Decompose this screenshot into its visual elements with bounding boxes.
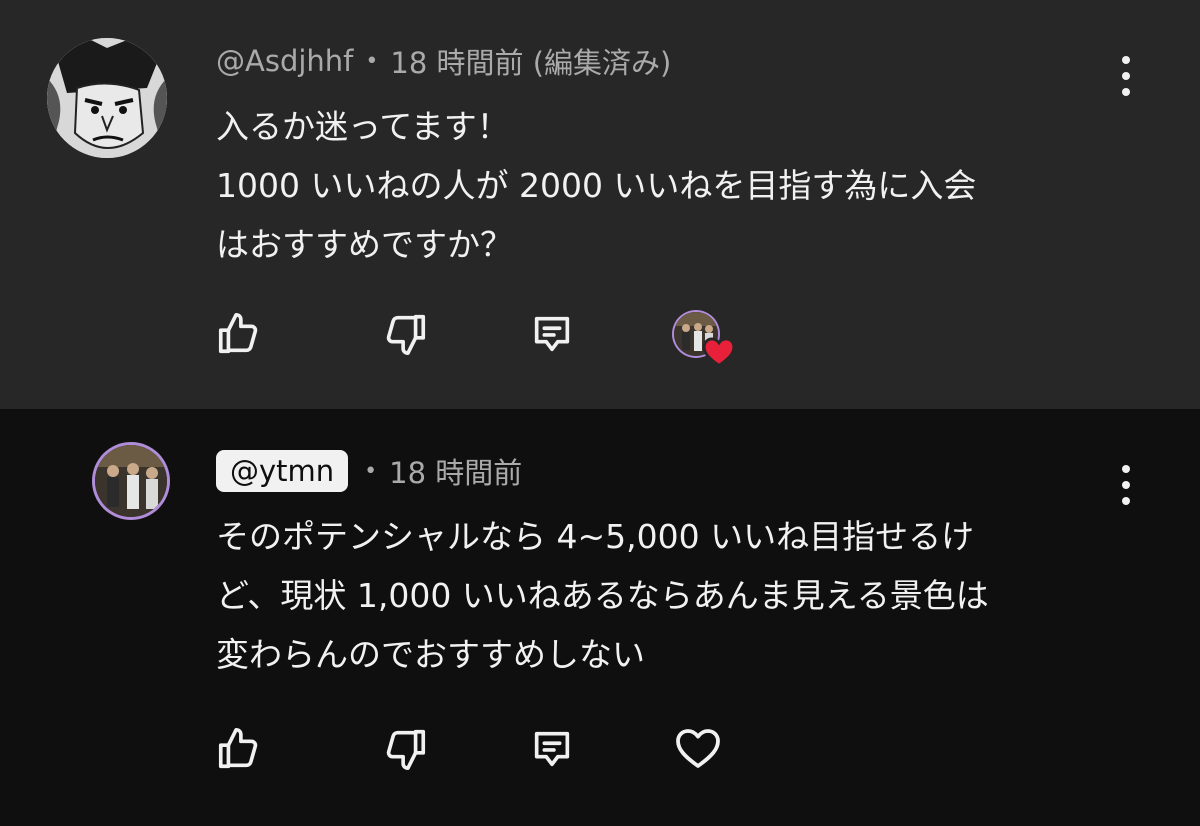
more-vertical-icon-dot xyxy=(1122,481,1130,489)
more-vertical-icon-dot xyxy=(1122,497,1130,505)
comment-text-line: 変わらんのでおすすめしない xyxy=(216,635,645,674)
heart-icon xyxy=(676,729,720,768)
author-name[interactable]: @Asdjhhf xyxy=(216,44,353,78)
author-avatar[interactable] xyxy=(95,445,167,517)
comment-header: @ytmn • 18 時間前 xyxy=(216,445,522,497)
creator-heart-badge xyxy=(674,312,736,368)
dislike-button[interactable] xyxy=(380,308,432,360)
thumbs-up-icon xyxy=(218,313,258,354)
comment-text-line: ど、現状 1,000 いいねあるならあんま見える景色は xyxy=(216,576,989,615)
comment-header: @Asdjhhf • 18 時間前 (編集済み) xyxy=(216,38,671,84)
comment-text: そのポテンシャルなら 4~5,000 いいね目指せるけ ど、現状 1,000 い… xyxy=(216,507,989,684)
thumbs-up-icon xyxy=(218,728,258,769)
comment-thread-item: @Asdjhhf • 18 時間前 (編集済み) 入るか迷ってます！ 1000 … xyxy=(0,0,1200,409)
comment-text-line: そのポテンシャルなら 4~5,000 いいね目指せるけ xyxy=(216,517,975,556)
thumbs-down-icon xyxy=(386,729,426,770)
comment-text-line: 1000 いいねの人が 2000 いいねを目指す為に入会 xyxy=(216,166,977,205)
reply-thread-item: @ytmn • 18 時間前 そのポテンシャルなら 4~5,000 いいね目指せ… xyxy=(0,409,1200,826)
comment-icon xyxy=(534,316,570,352)
like-button[interactable] xyxy=(212,308,264,360)
heart-icon xyxy=(702,337,736,368)
more-options-button[interactable] xyxy=(1112,52,1140,96)
more-vertical-icon xyxy=(1122,56,1130,64)
comment-actions xyxy=(0,723,1200,783)
comment-timestamp[interactable]: 18 時間前 xyxy=(389,450,522,492)
creator-author-chip[interactable]: @ytmn xyxy=(216,450,349,492)
comment-text: 入るか迷ってます！ 1000 いいねの人が 2000 いいねを目指す為に入会 は… xyxy=(216,97,976,274)
reply-button[interactable] xyxy=(526,723,578,775)
comment-timestamp[interactable]: 18 時間前 (編集済み) xyxy=(390,40,671,82)
more-vertical-icon-dot xyxy=(1122,72,1130,80)
comment-actions xyxy=(0,308,1200,368)
comment-text-line: 入るか迷ってます！ xyxy=(216,107,510,146)
more-vertical-icon xyxy=(1122,465,1130,473)
separator-dot: • xyxy=(364,458,378,484)
more-options-button[interactable] xyxy=(1112,461,1140,505)
more-vertical-icon-dot xyxy=(1122,88,1130,96)
comment-icon xyxy=(534,731,570,767)
thumbs-down-icon xyxy=(386,314,426,355)
author-avatar[interactable] xyxy=(47,38,167,158)
separator-dot: • xyxy=(365,48,379,74)
like-button[interactable] xyxy=(212,723,264,775)
comment-text-line: はおすすめですか？ xyxy=(216,225,513,264)
heart-button[interactable] xyxy=(672,723,724,775)
dislike-button[interactable] xyxy=(380,723,432,775)
reply-button[interactable] xyxy=(526,308,578,360)
